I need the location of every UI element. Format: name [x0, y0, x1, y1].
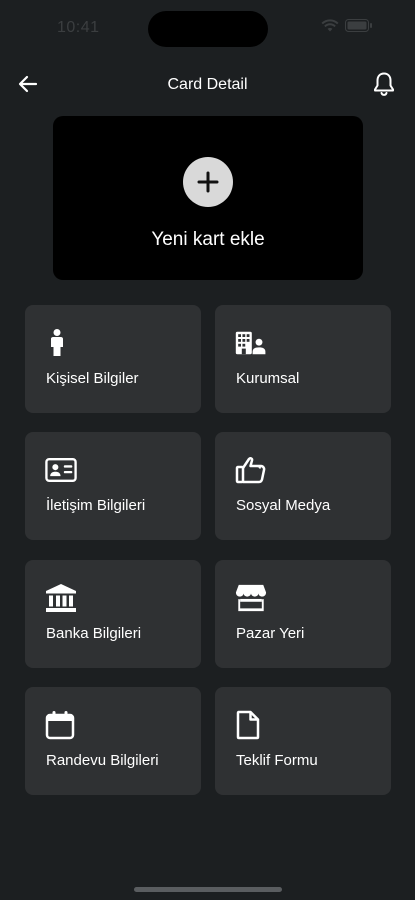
tile-label: Sosyal Medya — [236, 497, 331, 514]
calendar-icon — [45, 709, 77, 741]
person-icon — [45, 327, 77, 359]
tile-quote-form[interactable]: Teklif Formu — [215, 687, 391, 795]
building-icon — [235, 327, 267, 359]
add-card-label: Yeni kart ekle — [151, 229, 265, 250]
tile-label: İletişim Bilgileri — [46, 497, 146, 514]
tile-bank-info[interactable]: Banka Bilgileri — [25, 560, 201, 668]
tile-label: Kişisel Bilgiler — [46, 370, 139, 387]
status-time: 10:41 — [57, 19, 100, 36]
tile-marketplace[interactable]: Pazar Yeri — [215, 560, 391, 668]
document-icon — [235, 709, 267, 741]
plus-icon — [183, 157, 233, 207]
tile-personal-info[interactable]: Kişisel Bilgiler — [25, 305, 201, 413]
thumbs-up-icon — [235, 454, 267, 486]
tile-social-media[interactable]: Sosyal Medya — [215, 432, 391, 540]
bank-icon — [45, 582, 77, 614]
tile-contact-info[interactable]: İletişim Bilgileri — [25, 432, 201, 540]
header: Card Detail — [0, 64, 415, 108]
status-bar: 10:41 — [0, 0, 415, 56]
status-icons — [321, 19, 373, 37]
store-icon — [235, 582, 267, 614]
tile-label: Pazar Yeri — [236, 625, 305, 642]
contact-card-icon — [45, 454, 77, 486]
battery-icon — [345, 19, 373, 37]
wifi-icon — [321, 19, 339, 37]
dynamic-island — [148, 11, 268, 47]
tile-label: Kurumsal — [236, 370, 300, 387]
tile-label: Randevu Bilgileri — [46, 752, 159, 769]
add-card-button[interactable]: Yeni kart ekle — [53, 116, 363, 280]
notifications-button[interactable] — [369, 71, 399, 101]
tile-appointment-info[interactable]: Randevu Bilgileri — [25, 687, 201, 795]
home-indicator[interactable] — [134, 887, 282, 892]
tile-corporate[interactable]: Kurumsal — [215, 305, 391, 413]
page-title: Card Detail — [167, 76, 248, 93]
tile-label: Banka Bilgileri — [46, 625, 142, 642]
bell-icon — [372, 71, 396, 102]
tile-label: Teklif Formu — [236, 752, 318, 769]
